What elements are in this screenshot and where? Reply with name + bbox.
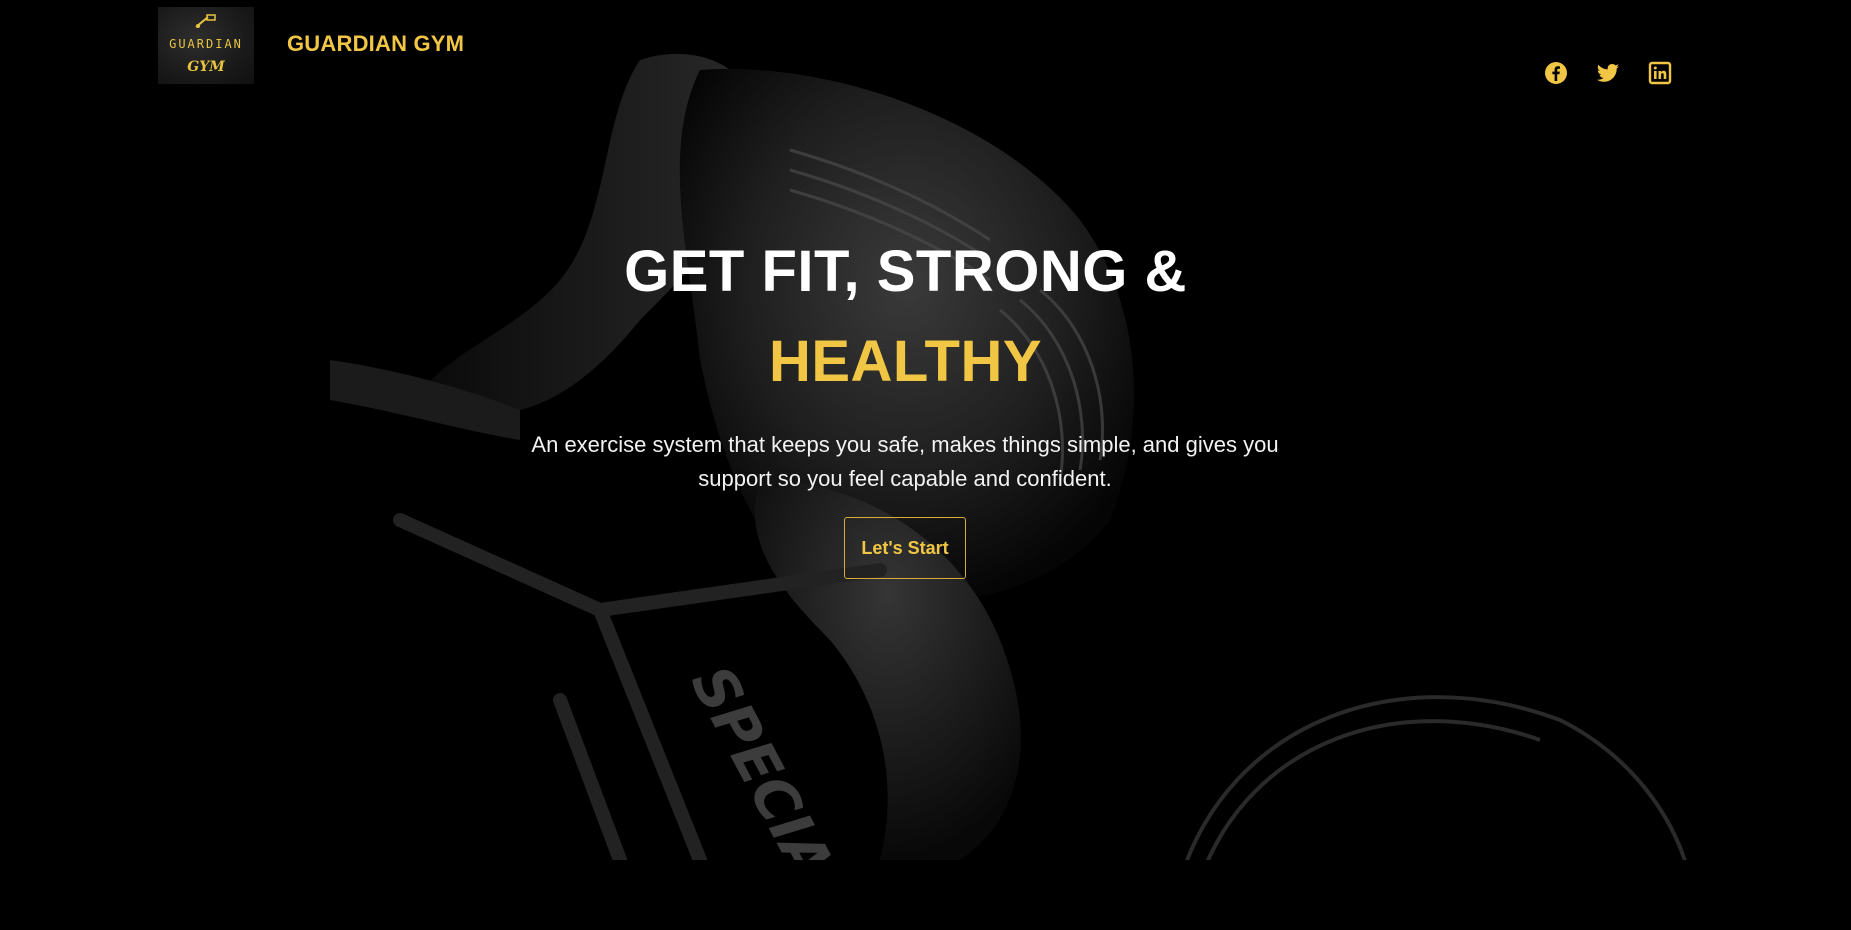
site-header: GUARDIAN GYM GUARDIAN GYM xyxy=(0,0,1851,100)
linkedin-icon[interactable] xyxy=(1647,60,1673,86)
logo-text-top: GUARDIAN xyxy=(169,37,243,51)
dumbbell-icon xyxy=(195,14,216,28)
twitter-icon[interactable] xyxy=(1595,60,1621,86)
gym-logo[interactable]: GUARDIAN GYM xyxy=(158,7,254,84)
hero-subtitle: An exercise system that keeps you safe, … xyxy=(531,432,1279,491)
logo-text-bottom: GYM xyxy=(187,59,225,75)
lets-start-button[interactable]: Let's Start xyxy=(844,517,966,579)
facebook-icon[interactable] xyxy=(1543,60,1569,86)
hero-title-line1: GET FIT, STRONG & xyxy=(624,239,1187,304)
hero-title-line2: HEALTHY xyxy=(768,329,1043,394)
brand-name[interactable]: GUARDIAN GYM xyxy=(287,31,464,57)
